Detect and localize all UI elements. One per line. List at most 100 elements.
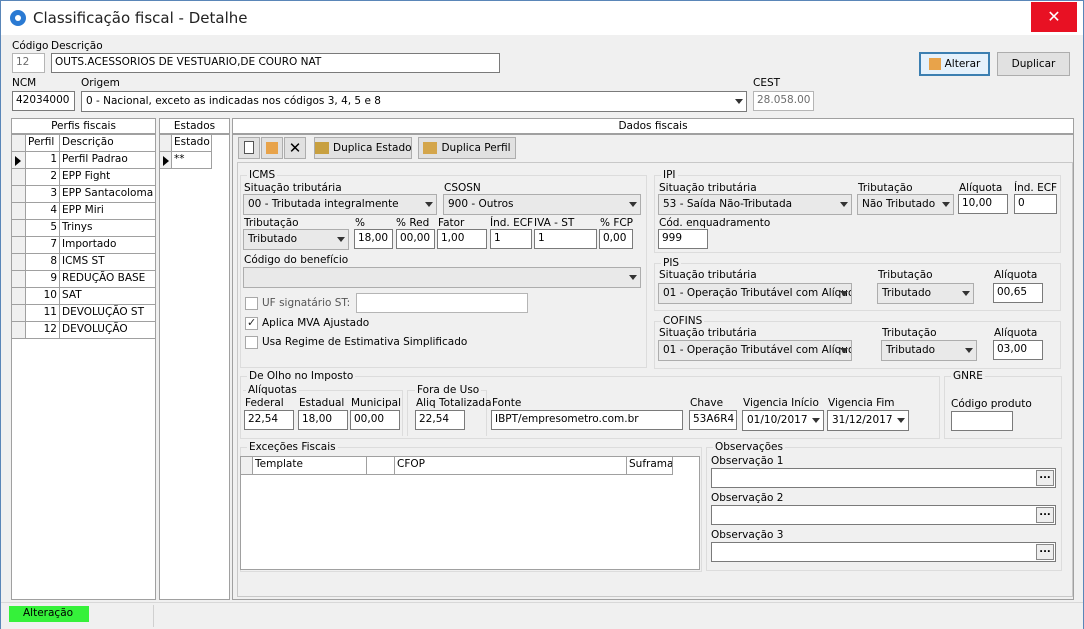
- ipi-trib-value: Não Tributado: [862, 198, 936, 210]
- gnre-cod-field[interactable]: [951, 411, 1013, 431]
- perfil-descricao[interactable]: Perfil Padrao: [60, 152, 156, 169]
- ipi-sit-select[interactable]: 53 - Saída Não-Tributada: [658, 194, 852, 215]
- icms-sit-select[interactable]: 00 - Tributada integralmente: [243, 194, 437, 215]
- ncm-label: NCM: [12, 77, 37, 89]
- estadual-field[interactable]: 18,00: [298, 410, 348, 430]
- arrow-right-icon: [15, 156, 21, 166]
- perfil-descricao[interactable]: SAT: [60, 288, 156, 305]
- codigo-field[interactable]: 12: [12, 53, 45, 73]
- vig-fim-picker[interactable]: 31/12/2017: [827, 410, 909, 431]
- perfil-number[interactable]: 2: [26, 169, 60, 186]
- perfil-number[interactable]: 10: [26, 288, 60, 305]
- table-row[interactable]: **: [160, 152, 229, 169]
- cofins-sit-select[interactable]: 01 - Operação Tributável com Alíquo: [658, 340, 852, 361]
- ecf-field[interactable]: 1: [490, 229, 532, 249]
- perfil-number[interactable]: 5: [26, 220, 60, 237]
- table-row[interactable]: 10 SAT: [12, 288, 156, 305]
- obs1-label: Observação 1: [711, 455, 784, 467]
- ncm-field[interactable]: 42034000: [12, 91, 75, 111]
- perfil-number[interactable]: 11: [26, 305, 60, 322]
- table-row[interactable]: 5 Trinys: [12, 220, 156, 237]
- descricao-field[interactable]: OUTS.ACESSORIOS DE VESTUARIO,DE COURO NA…: [51, 53, 500, 73]
- perfil-descricao[interactable]: EPP Miri: [60, 203, 156, 220]
- pis-sit-select[interactable]: 01 - Operação Tributável com Alíquo: [658, 283, 852, 304]
- perfil-number[interactable]: 8: [26, 254, 60, 271]
- perfil-descricao[interactable]: Importado: [60, 237, 156, 254]
- perfil-number[interactable]: 12: [26, 322, 60, 339]
- perfil-descricao[interactable]: REDUÇÃO BASE: [60, 271, 156, 288]
- fator-field[interactable]: 1,00: [437, 229, 487, 249]
- csosn-select[interactable]: 900 - Outros: [443, 194, 641, 215]
- iva-field[interactable]: 1: [534, 229, 597, 249]
- alterar-button[interactable]: Alterar: [919, 52, 990, 76]
- cest-field[interactable]: 28.058.00: [753, 91, 814, 111]
- perfil-descricao[interactable]: Trinys: [60, 220, 156, 237]
- obs2-more-button[interactable]: ...: [1036, 507, 1054, 523]
- perfil-number[interactable]: 3: [26, 186, 60, 203]
- federal-field[interactable]: 22,54: [244, 410, 294, 430]
- ipi-aliq-field[interactable]: 10,00: [958, 194, 1008, 214]
- duplica-perfil-button[interactable]: Duplica Perfil: [418, 137, 516, 159]
- vig-ini-picker[interactable]: 01/10/2017: [742, 410, 824, 431]
- perfil-descricao[interactable]: ICMS ST: [60, 254, 156, 271]
- cofins-trib-select[interactable]: Tributado: [881, 340, 977, 361]
- fonte-field[interactable]: IBPT/empresometro.com.br: [491, 410, 683, 430]
- obs1-more-button[interactable]: ...: [1036, 470, 1054, 486]
- perfil-descricao[interactable]: DEVOLUÇÃO: [60, 322, 156, 339]
- table-row[interactable]: 1 Perfil Padrao: [12, 152, 156, 169]
- new-button[interactable]: [238, 137, 260, 159]
- table-row[interactable]: 2 EPP Fight: [12, 169, 156, 186]
- close-button[interactable]: ✕: [1031, 2, 1077, 32]
- obs3-field[interactable]: [711, 542, 1056, 562]
- pct-field[interactable]: 18,00: [354, 229, 393, 249]
- chave-field[interactable]: 53A6R4: [689, 410, 737, 430]
- perfil-descricao[interactable]: EPP Fight: [60, 169, 156, 186]
- beneficio-select[interactable]: [243, 267, 641, 288]
- obs1-field[interactable]: [711, 468, 1056, 488]
- table-row[interactable]: 7 Importado: [12, 237, 156, 254]
- fcp-field[interactable]: 0,00: [599, 229, 633, 249]
- cest-label: CEST: [753, 77, 781, 89]
- table-row[interactable]: 11 DEVOLUÇÃO ST: [12, 305, 156, 322]
- pis-aliq-field[interactable]: 00,65: [993, 283, 1043, 303]
- perfil-descricao[interactable]: EPP Santacoloma: [60, 186, 156, 203]
- table-row[interactable]: 12 DEVOLUÇÃO: [12, 322, 156, 339]
- vig-ini-value: 01/10/2017: [747, 414, 808, 426]
- perfil-descricao[interactable]: DEVOLUÇÃO ST: [60, 305, 156, 322]
- perfil-number[interactable]: 9: [26, 271, 60, 288]
- icms-sit-value: 00 - Tributada integralmente: [248, 198, 399, 210]
- table-row[interactable]: 4 EPP Miri: [12, 203, 156, 220]
- obs2-field[interactable]: [711, 505, 1056, 525]
- table-row[interactable]: 8 ICMS ST: [12, 254, 156, 271]
- regime-checkbox[interactable]: [245, 336, 258, 349]
- icms-trib-select[interactable]: Tributado: [243, 229, 349, 250]
- descricao-label: Descrição: [51, 40, 103, 52]
- arrow-right-icon: [163, 156, 169, 166]
- uf-checkbox[interactable]: [245, 297, 258, 310]
- red-field[interactable]: 00,00: [396, 229, 435, 249]
- ipi-trib-label: Tributação: [858, 182, 913, 194]
- table-row[interactable]: 9 REDUÇÃO BASE: [12, 271, 156, 288]
- duplica-estado-button[interactable]: Duplica Estado: [314, 137, 412, 159]
- ipi-trib-select[interactable]: Não Tributado: [857, 194, 954, 215]
- delete-button[interactable]: ✕: [284, 137, 306, 159]
- duplicar-button[interactable]: Duplicar: [997, 52, 1070, 76]
- uf-field[interactable]: [356, 293, 528, 313]
- obs3-more-button[interactable]: ...: [1036, 544, 1054, 560]
- duplica-perfil-label: Duplica Perfil: [441, 142, 511, 154]
- enq-field[interactable]: 999: [658, 229, 708, 249]
- pis-trib-select[interactable]: Tributado: [877, 283, 974, 304]
- mva-checkbox[interactable]: [245, 316, 258, 330]
- estado-cell[interactable]: **: [172, 152, 212, 169]
- cofins-aliq-field[interactable]: 03,00: [993, 340, 1043, 360]
- perfil-number[interactable]: 7: [26, 237, 60, 254]
- aliq-tot-field[interactable]: 22,54: [415, 410, 465, 430]
- perfil-number[interactable]: 1: [26, 152, 60, 169]
- cofins-sit-value: 01 - Operação Tributável com Alíquo: [663, 344, 852, 356]
- origem-select[interactable]: 0 - Nacional, exceto as indicadas nos có…: [81, 91, 747, 112]
- municipal-field[interactable]: 00,00: [350, 410, 400, 430]
- perfil-number[interactable]: 4: [26, 203, 60, 220]
- ipi-ecf-field[interactable]: 0: [1014, 194, 1057, 214]
- table-row[interactable]: 3 EPP Santacoloma: [12, 186, 156, 203]
- edit-button[interactable]: [261, 137, 283, 159]
